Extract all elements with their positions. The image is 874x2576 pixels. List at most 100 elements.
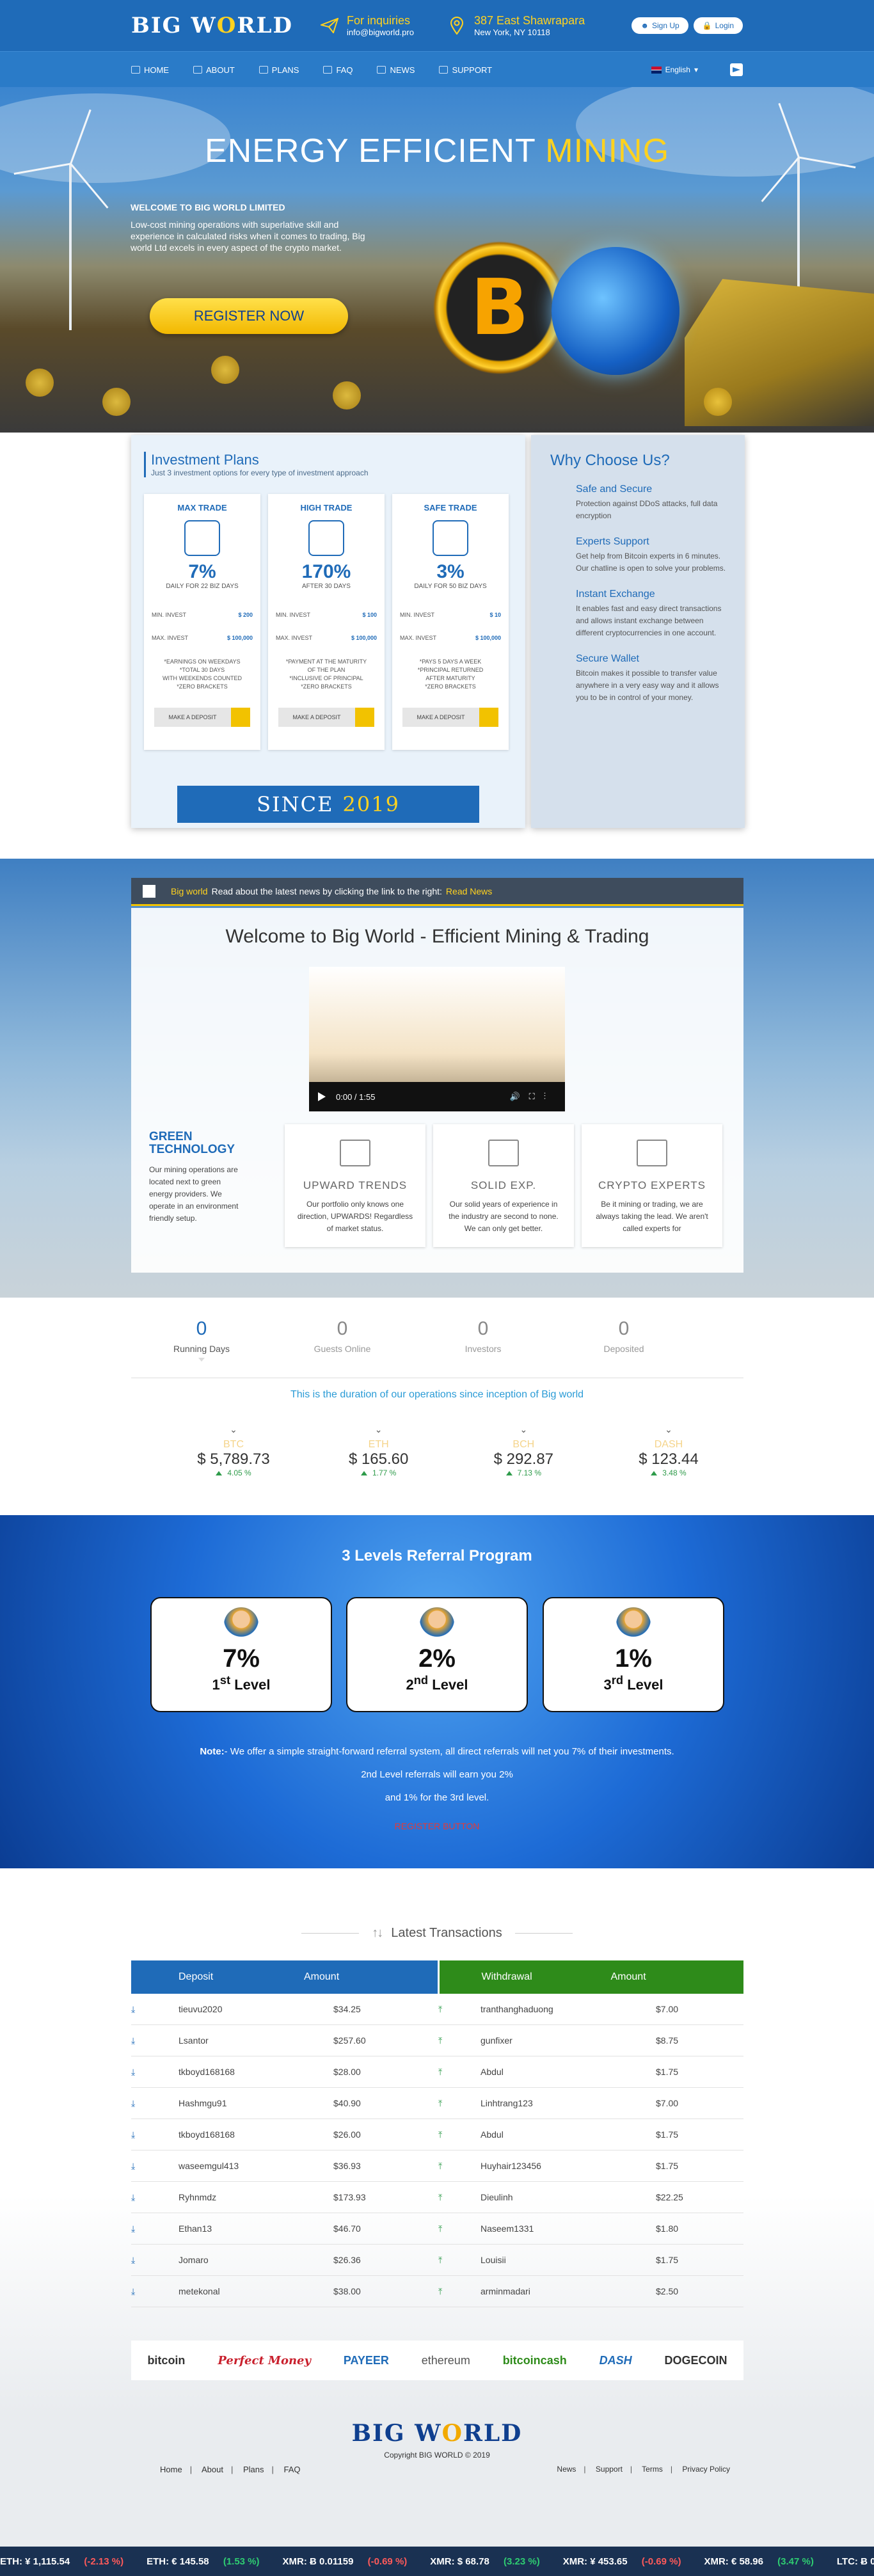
withdrawal-user: gunfixer — [481, 2035, 512, 2046]
download-icon: ⤓ — [131, 2254, 136, 2265]
counter-guests-online[interactable]: 0 Guests Online — [272, 1318, 413, 1362]
upload-icon: ⤒ — [438, 2191, 443, 2202]
withdrawal-amount: $1.80 — [656, 2223, 679, 2234]
language-selector[interactable]: English ▾ — [651, 65, 698, 74]
register-link[interactable]: REGISTER BUTTON — [0, 1821, 874, 1831]
nav-faq[interactable]: FAQ — [323, 65, 353, 75]
wind-turbine — [69, 164, 72, 330]
hero-description: Low-cost mining operations with superlat… — [131, 219, 365, 253]
site-logo[interactable]: BIG WORLD — [131, 13, 293, 38]
plan-card-max-trade: MAX TRADE 7% DAILY FOR 22 BIZ DAYS MIN. … — [144, 494, 260, 750]
avatar-icon — [224, 1607, 258, 1642]
volume-fullscreen-icons[interactable]: 🔊⛶⋮ — [509, 1092, 555, 1102]
referral-note: Note:- We offer a simple straight-forwar… — [200, 1746, 674, 1803]
footer-link-news[interactable]: News — [557, 2465, 576, 2474]
make-deposit-button[interactable]: MAKE A DEPOSIT — [402, 708, 498, 727]
deposit-amount: $34.25 — [333, 2004, 361, 2014]
deposit-user: Lsantor — [179, 2035, 209, 2046]
deposit-amount: $36.93 — [333, 2161, 361, 2171]
newspaper-icon — [377, 66, 386, 74]
avatar-icon — [420, 1607, 454, 1642]
upload-icon: ⤒ — [438, 2097, 443, 2108]
play-icon[interactable] — [318, 1092, 326, 1101]
bitcoin-coin-image: B — [433, 241, 567, 375]
price-ticker: ETH: ¥ 1,115.54 (-2.13 %) ETH: € 145.58 (… — [0, 2547, 874, 2576]
payment-logos: bitcoin Perfect Money PAYEER ethereum bi… — [131, 2341, 743, 2380]
footer-link-plans[interactable]: Plans — [243, 2465, 264, 2474]
nav-news[interactable]: NEWS — [377, 65, 415, 75]
counter-investors[interactable]: 0 Investors — [413, 1318, 553, 1362]
make-deposit-button[interactable]: MAKE A DEPOSIT — [278, 708, 374, 727]
intro-video[interactable]: 0:00 / 1:55 🔊⛶⋮ — [309, 967, 565, 1111]
deposit-amount: $38.00 — [333, 2286, 361, 2296]
welcome-card: Welcome to Big World - Efficient Mining … — [131, 908, 743, 1273]
signup-button[interactable]: ☻ Sign Up — [632, 17, 688, 34]
plan-features: *PAYMENT AT THE MATURITY OF THE PLAN *INCL… — [285, 658, 367, 690]
nav-support[interactable]: SUPPORT — [439, 65, 492, 75]
footer-link-privacy[interactable]: Privacy Policy — [682, 2465, 730, 2474]
chevron-down-icon: ⌄ — [374, 1424, 383, 1435]
table-row: ⤓ Lsantor $257.60 ⤒ gunfixer $8.75 — [131, 2025, 743, 2056]
counter-running-days[interactable]: 0 Running Days — [131, 1318, 272, 1362]
why-title: Why Choose Us? — [550, 452, 670, 469]
referral-level-2: 2% 2nd Level — [346, 1597, 528, 1712]
withdrawal-user: Dieulinh — [481, 2192, 513, 2202]
referral-title: 3 Levels Referral Program — [342, 1547, 532, 1564]
email-address[interactable]: info@bigworld.pro — [347, 28, 414, 37]
counters: 0 Running Days 0 Guests Online 0 Investors … — [131, 1318, 743, 1362]
read-news-link[interactable]: Read News — [446, 886, 492, 896]
nav-about[interactable]: ABOUT — [193, 65, 235, 75]
upload-icon: ⤒ — [438, 2003, 443, 2014]
hero-welcome: WELCOME TO BIG WORLD LIMITED — [131, 202, 285, 212]
ethereum-logo: ethereum — [421, 2353, 470, 2367]
withdrawal-user: tranthanghaduong — [481, 2004, 553, 2014]
main-nav: HOME ABOUT PLANS FAQ NEWS SUPPORT Englis… — [0, 51, 874, 87]
register-now-button[interactable]: REGISTER NOW — [150, 298, 348, 334]
nav-plans[interactable]: PLANS — [258, 65, 299, 75]
auth-buttons: ☻ Sign Up 🔒 Login — [632, 17, 743, 34]
news-checkbox[interactable] — [143, 884, 155, 898]
upload-icon: ⤒ — [438, 2129, 443, 2140]
stats-section: 0 Running Days 0 Guests Online 0 Investors … — [0, 1298, 874, 1515]
download-icon: ⤓ — [131, 2223, 136, 2234]
download-icon: ⤓ — [131, 2003, 136, 2014]
chevron-down-icon: ⌄ — [665, 1424, 672, 1435]
feature-solid-exp: SOLID EXP. Our solid years of experience … — [433, 1124, 574, 1247]
withdrawal-amount: $2.50 — [656, 2286, 679, 2296]
ticker-item: XMR: € 58.96 (3.47 %) — [704, 2556, 814, 2567]
deposit-user: Ryhnmdz — [179, 2192, 217, 2202]
footer-logo[interactable]: BIG WORLD — [0, 2420, 874, 2447]
withdrawal-user: Linhtrang123 — [481, 2098, 533, 2108]
counter-deposited[interactable]: 0 Deposited — [553, 1318, 694, 1362]
address-contact: 387 East Shawrapara New York, NY 10118 — [446, 14, 585, 37]
download-icon: ⤓ — [131, 2066, 136, 2077]
footer-link-home[interactable]: Home — [160, 2465, 182, 2474]
make-deposit-button[interactable]: MAKE A DEPOSIT — [154, 708, 250, 727]
table-row: ⤓ metekonal $38.00 ⤒ arminmadari $2.50 — [131, 2276, 743, 2307]
payeer-logo: PAYEER — [343, 2353, 389, 2367]
user-plus-icon: ☻ — [640, 21, 649, 30]
video-controls: 0:00 / 1:55 🔊⛶⋮ — [309, 1082, 565, 1111]
copyright: Copyright BIG WORLD © 2019 — [384, 2451, 490, 2460]
plan-period: AFTER 30 DAYS — [302, 583, 351, 590]
footer-link-faq[interactable]: FAQ — [284, 2465, 301, 2474]
footer-link-about[interactable]: About — [202, 2465, 223, 2474]
telegram-icon[interactable] — [730, 63, 743, 76]
nav-home[interactable]: HOME — [131, 65, 169, 75]
sort-arrows-icon: ↑↓ — [372, 1926, 383, 1940]
withdrawal-user: Louisii — [481, 2255, 506, 2265]
footer-link-support[interactable]: Support — [596, 2465, 623, 2474]
avatar-icon — [616, 1607, 651, 1642]
download-icon: ⤓ — [131, 2035, 136, 2046]
footer-link-terms[interactable]: Terms — [642, 2465, 663, 2474]
caret-down-icon: ▾ — [694, 65, 698, 74]
address-line2: New York, NY 10118 — [473, 28, 550, 37]
login-button[interactable]: 🔒 Login — [693, 17, 743, 34]
why-choose-us-panel: Why Choose Us? Safe and Secure Protection… — [531, 435, 745, 828]
gold-coin-decoration — [26, 369, 54, 397]
withdrawal-amount: $8.75 — [656, 2035, 679, 2046]
table-row: ⤓ Hashmgu91 $40.90 ⤒ Linhtrang123 $7.00 — [131, 2088, 743, 2119]
price-btc: ⌄ BTC $ 5,789.73 4.05 % — [170, 1424, 298, 1477]
gold-coin-decoration — [211, 356, 239, 384]
deposit-user: metekonal — [179, 2286, 220, 2296]
